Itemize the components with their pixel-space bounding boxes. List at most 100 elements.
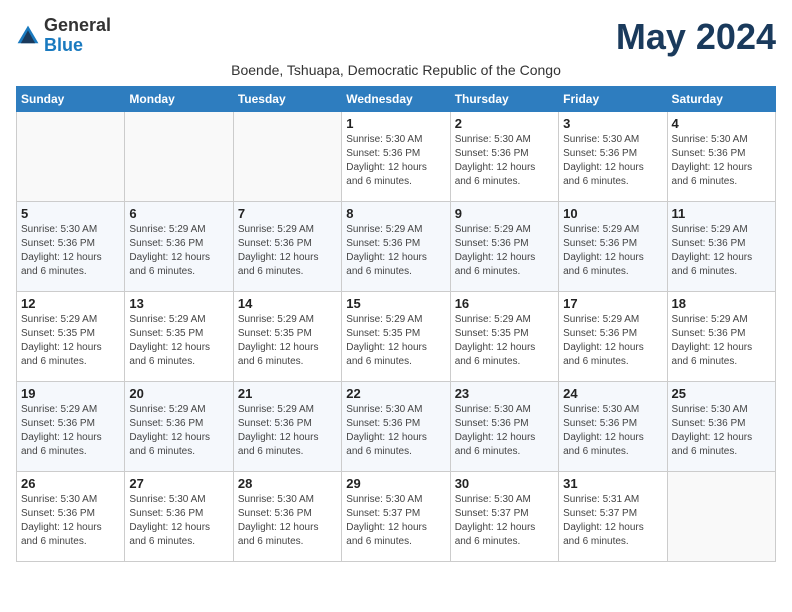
day-number: 29 [346, 476, 445, 491]
header-monday: Monday [125, 87, 233, 112]
day-number: 8 [346, 206, 445, 221]
day-number: 4 [672, 116, 771, 131]
day-number: 31 [563, 476, 662, 491]
day-number: 25 [672, 386, 771, 401]
calendar-cell: 10 Sunrise: 5:29 AM Sunset: 5:36 PM Dayli… [559, 202, 667, 292]
day-info: Sunrise: 5:30 AM Sunset: 5:36 PM Dayligh… [563, 403, 662, 459]
calendar-cell: 9 Sunrise: 5:29 AM Sunset: 5:36 PM Daylig… [450, 202, 558, 292]
header-sunday: Sunday [17, 87, 125, 112]
calendar-cell: 1 Sunrise: 5:30 AM Sunset: 5:36 PM Daylig… [342, 112, 450, 202]
calendar-cell: 5 Sunrise: 5:30 AM Sunset: 5:36 PM Daylig… [17, 202, 125, 292]
day-info: Sunrise: 5:29 AM Sunset: 5:36 PM Dayligh… [21, 403, 120, 459]
calendar-cell: 20Sunrise: 5:29 AM Sunset: 5:36 PM Dayli… [125, 382, 233, 472]
day-number: 6 [129, 206, 228, 221]
header-wednesday: Wednesday [342, 87, 450, 112]
calendar-cell: 8 Sunrise: 5:29 AM Sunset: 5:36 PM Daylig… [342, 202, 450, 292]
day-number: 12 [21, 296, 120, 311]
logo-blue: Blue [44, 36, 111, 56]
calendar-week-row: 1 Sunrise: 5:30 AM Sunset: 5:36 PM Daylig… [17, 112, 776, 202]
day-info: Sunrise: 5:29 AM Sunset: 5:35 PM Dayligh… [455, 313, 554, 369]
day-info: Sunrise: 5:30 AM Sunset: 5:36 PM Dayligh… [129, 493, 228, 549]
calendar-cell: 19 Sunrise: 5:29 AM Sunset: 5:36 PM Dayli… [17, 382, 125, 472]
day-number: 11 [672, 206, 771, 221]
calendar-cell: 14Sunrise: 5:29 AM Sunset: 5:35 PM Dayli… [233, 292, 341, 382]
calendar-cell: 30Sunrise: 5:30 AM Sunset: 5:37 PM Dayli… [450, 472, 558, 562]
calendar-cell: 15Sunrise: 5:29 AM Sunset: 5:35 PM Dayli… [342, 292, 450, 382]
day-info: Sunrise: 5:29 AM Sunset: 5:35 PM Dayligh… [238, 313, 337, 369]
logo-general: General [44, 16, 111, 36]
calendar-cell: 26 Sunrise: 5:30 AM Sunset: 5:36 PM Dayli… [17, 472, 125, 562]
day-info: Sunrise: 5:30 AM Sunset: 5:36 PM Dayligh… [21, 223, 120, 279]
day-info: Sunrise: 5:29 AM Sunset: 5:35 PM Dayligh… [346, 313, 445, 369]
calendar-cell: 4 Sunrise: 5:30 AM Sunset: 5:36 PM Daylig… [667, 112, 775, 202]
day-info: Sunrise: 5:30 AM Sunset: 5:36 PM Dayligh… [455, 133, 554, 189]
day-info: Sunrise: 5:30 AM Sunset: 5:36 PM Dayligh… [238, 493, 337, 549]
day-number: 13 [129, 296, 228, 311]
calendar-cell: 13 Sunrise: 5:29 AM Sunset: 5:35 PM Dayli… [125, 292, 233, 382]
header-thursday: Thursday [450, 87, 558, 112]
calendar-cell: 28 Sunrise: 5:30 AM Sunset: 5:36 PM Dayli… [233, 472, 341, 562]
day-number: 30 [455, 476, 554, 491]
calendar-cell: 24 Sunrise: 5:30 AM Sunset: 5:36 PM Dayli… [559, 382, 667, 472]
day-number: 16 [455, 296, 554, 311]
day-info: Sunrise: 5:30 AM Sunset: 5:37 PM Dayligh… [346, 493, 445, 549]
calendar-subtitle: Boende, Tshuapa, Democratic Republic of … [16, 62, 776, 78]
calendar-week-row: 12 Sunrise: 5:29 AM Sunset: 5:35 PM Dayli… [17, 292, 776, 382]
calendar-cell: 27 Sunrise: 5:30 AM Sunset: 5:36 PM Dayli… [125, 472, 233, 562]
calendar-cell: 31Sunrise: 5:31 AM Sunset: 5:37 PM Dayli… [559, 472, 667, 562]
day-info: Sunrise: 5:29 AM Sunset: 5:36 PM Dayligh… [455, 223, 554, 279]
calendar-table: SundayMondayTuesdayWednesdayThursdayFrid… [16, 86, 776, 562]
calendar-cell: 6Sunrise: 5:29 AM Sunset: 5:36 PM Daylig… [125, 202, 233, 292]
day-number: 2 [455, 116, 554, 131]
day-info: Sunrise: 5:29 AM Sunset: 5:36 PM Dayligh… [672, 223, 771, 279]
day-info: Sunrise: 5:30 AM Sunset: 5:36 PM Dayligh… [21, 493, 120, 549]
calendar-cell: 12 Sunrise: 5:29 AM Sunset: 5:35 PM Dayli… [17, 292, 125, 382]
day-info: Sunrise: 5:30 AM Sunset: 5:36 PM Dayligh… [672, 403, 771, 459]
day-number: 3 [563, 116, 662, 131]
day-info: Sunrise: 5:29 AM Sunset: 5:36 PM Dayligh… [238, 403, 337, 459]
day-number: 1 [346, 116, 445, 131]
calendar-cell: 21 Sunrise: 5:29 AM Sunset: 5:36 PM Dayli… [233, 382, 341, 472]
header-friday: Friday [559, 87, 667, 112]
day-number: 19 [21, 386, 120, 401]
calendar-cell [125, 112, 233, 202]
calendar-cell [233, 112, 341, 202]
day-info: Sunrise: 5:29 AM Sunset: 5:36 PM Dayligh… [129, 403, 228, 459]
day-info: Sunrise: 5:29 AM Sunset: 5:35 PM Dayligh… [21, 313, 120, 369]
day-info: Sunrise: 5:29 AM Sunset: 5:36 PM Dayligh… [238, 223, 337, 279]
day-number: 5 [21, 206, 120, 221]
header-saturday: Saturday [667, 87, 775, 112]
day-number: 18 [672, 296, 771, 311]
calendar-header-row: SundayMondayTuesdayWednesdayThursdayFrid… [17, 87, 776, 112]
day-info: Sunrise: 5:30 AM Sunset: 5:36 PM Dayligh… [563, 133, 662, 189]
calendar-cell: 16 Sunrise: 5:29 AM Sunset: 5:35 PM Dayli… [450, 292, 558, 382]
day-number: 27 [129, 476, 228, 491]
day-number: 22 [346, 386, 445, 401]
day-info: Sunrise: 5:29 AM Sunset: 5:36 PM Dayligh… [563, 313, 662, 369]
calendar-cell: 23 Sunrise: 5:30 AM Sunset: 5:36 PM Dayli… [450, 382, 558, 472]
day-info: Sunrise: 5:30 AM Sunset: 5:36 PM Dayligh… [672, 133, 771, 189]
day-number: 23 [455, 386, 554, 401]
logo-icon [16, 24, 40, 48]
calendar-cell: 17Sunrise: 5:29 AM Sunset: 5:36 PM Dayli… [559, 292, 667, 382]
page-header: General Blue May 2024 [16, 16, 776, 58]
month-title: May 2024 [616, 16, 776, 58]
day-info: Sunrise: 5:30 AM Sunset: 5:36 PM Dayligh… [455, 403, 554, 459]
day-info: Sunrise: 5:29 AM Sunset: 5:35 PM Dayligh… [129, 313, 228, 369]
day-number: 10 [563, 206, 662, 221]
calendar-cell [667, 472, 775, 562]
day-number: 26 [21, 476, 120, 491]
day-number: 21 [238, 386, 337, 401]
calendar-cell: 22Sunrise: 5:30 AM Sunset: 5:36 PM Dayli… [342, 382, 450, 472]
day-info: Sunrise: 5:30 AM Sunset: 5:36 PM Dayligh… [346, 133, 445, 189]
calendar-cell: 11 Sunrise: 5:29 AM Sunset: 5:36 PM Dayli… [667, 202, 775, 292]
day-info: Sunrise: 5:29 AM Sunset: 5:36 PM Dayligh… [563, 223, 662, 279]
calendar-cell: 2 Sunrise: 5:30 AM Sunset: 5:36 PM Daylig… [450, 112, 558, 202]
calendar-cell [17, 112, 125, 202]
calendar-week-row: 5 Sunrise: 5:30 AM Sunset: 5:36 PM Daylig… [17, 202, 776, 292]
day-number: 28 [238, 476, 337, 491]
day-info: Sunrise: 5:29 AM Sunset: 5:36 PM Dayligh… [672, 313, 771, 369]
day-number: 24 [563, 386, 662, 401]
day-number: 9 [455, 206, 554, 221]
day-info: Sunrise: 5:29 AM Sunset: 5:36 PM Dayligh… [346, 223, 445, 279]
